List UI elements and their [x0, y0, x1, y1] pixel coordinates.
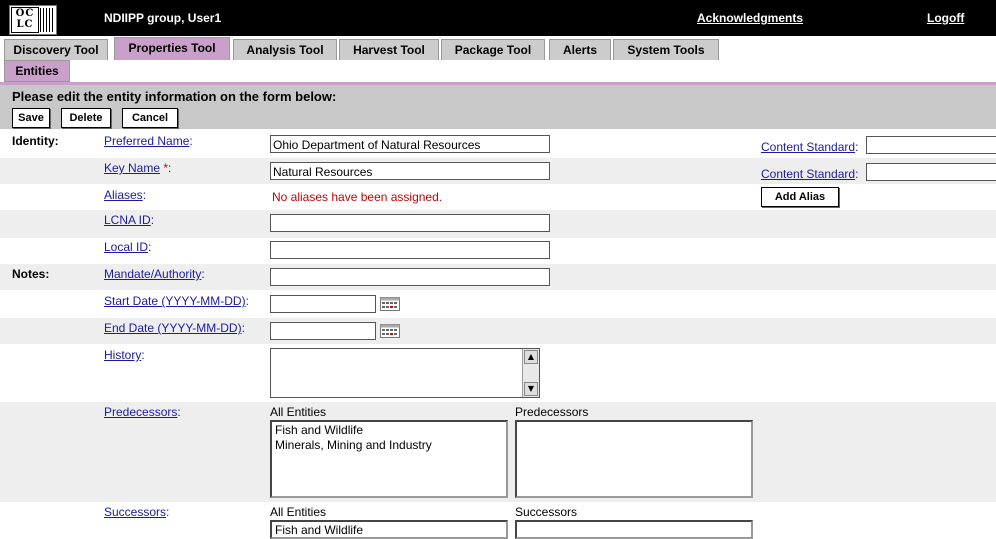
- end-date-input[interactable]: [270, 322, 376, 340]
- acknowledgments-link[interactable]: Acknowledgments: [697, 11, 803, 25]
- tab-harvest-tool[interactable]: Harvest Tool: [339, 39, 439, 60]
- aliases-label: Aliases:: [104, 188, 147, 202]
- form-instruction: Please edit the entity information on th…: [12, 89, 337, 104]
- successors-list-label: Successors: [515, 505, 578, 519]
- start-date-input[interactable]: [270, 295, 376, 313]
- row-aliases: [0, 184, 996, 210]
- all-entities-list[interactable]: Fish and Wildlife Minerals, Mining and I…: [270, 420, 508, 498]
- tool-tabs: Discovery Tool Properties Tool Analysis …: [0, 36, 996, 60]
- history-scrollbar[interactable]: ▲ ▼: [522, 349, 539, 397]
- key-name-label: Key Name *:: [104, 161, 172, 175]
- local-id-label: Local ID:: [104, 240, 152, 254]
- preferred-name-link[interactable]: Preferred Name: [104, 134, 189, 148]
- tab-package-tool[interactable]: Package Tool: [441, 39, 545, 60]
- key-name-link[interactable]: Key Name: [104, 161, 160, 175]
- delete-button[interactable]: Delete: [61, 108, 111, 128]
- content-standard-link-2[interactable]: Content Standard: [761, 167, 855, 181]
- logoff-link[interactable]: Logoff: [927, 11, 964, 25]
- local-id-input[interactable]: [270, 241, 550, 259]
- list-item[interactable]: Minerals, Mining and Industry: [275, 438, 503, 453]
- list-item[interactable]: Fish and Wildlife: [275, 523, 503, 538]
- preferred-name-input[interactable]: Ohio Department of Natural Resources: [270, 135, 550, 153]
- end-date-link[interactable]: End Date (YYYY-MM-DD): [104, 321, 242, 335]
- preferred-name-label: Preferred Name:: [104, 134, 193, 148]
- history-link[interactable]: History: [104, 348, 141, 362]
- start-date-link[interactable]: Start Date (YYYY-MM-DD): [104, 294, 246, 308]
- tab-analysis-tool[interactable]: Analysis Tool: [233, 39, 337, 60]
- identity-heading: Identity:: [12, 134, 59, 148]
- history-label: History:: [104, 348, 145, 362]
- list-item[interactable]: Fish and Wildlife: [275, 423, 503, 438]
- notes-heading: Notes:: [12, 267, 50, 281]
- lcna-id-link[interactable]: LCNA ID: [104, 213, 151, 227]
- aliases-link[interactable]: Aliases: [104, 188, 143, 202]
- scroll-down-icon[interactable]: ▼: [524, 382, 538, 396]
- calendar-icon[interactable]: [380, 297, 400, 311]
- successors-list[interactable]: [515, 520, 753, 539]
- calendar-icon[interactable]: [380, 324, 400, 338]
- content-standard-link-1[interactable]: Content Standard: [761, 140, 855, 154]
- form-header: Please edit the entity information on th…: [0, 85, 996, 129]
- all-entities-list-2[interactable]: Fish and Wildlife: [270, 520, 508, 539]
- top-bar: OC LC NDIIPP group, User1 Acknowledgment…: [0, 0, 996, 36]
- content-standard-input-2[interactable]: [866, 163, 996, 181]
- tab-properties-tool[interactable]: Properties Tool: [114, 37, 230, 60]
- successors-link[interactable]: Successors: [104, 505, 166, 519]
- predecessors-label: Predecessors:: [104, 405, 181, 419]
- predecessors-list-label: Predecessors: [515, 405, 589, 419]
- cancel-button[interactable]: Cancel: [122, 108, 178, 128]
- all-entities-label-2: All Entities: [270, 505, 327, 519]
- sub-tabs: Entities: [0, 60, 996, 82]
- lcna-id-label: LCNA ID:: [104, 213, 155, 227]
- content-standard-label-2: Content Standard:: [761, 167, 859, 181]
- end-date-label: End Date (YYYY-MM-DD):: [104, 321, 245, 335]
- add-alias-button[interactable]: Add Alias: [761, 187, 839, 207]
- content-standard-label-1: Content Standard:: [761, 140, 859, 154]
- key-name-input[interactable]: Natural Resources: [270, 162, 550, 180]
- successors-label: Successors:: [104, 505, 170, 519]
- mandate-link[interactable]: Mandate/Authority: [104, 267, 201, 281]
- mandate-label: Mandate/Authority:: [104, 267, 205, 281]
- oclc-logo: OC LC: [9, 5, 57, 35]
- scroll-up-icon[interactable]: ▲: [524, 350, 538, 364]
- predecessors-link[interactable]: Predecessors: [104, 405, 177, 419]
- lcna-id-input[interactable]: [270, 214, 550, 232]
- logo-text: OC LC: [11, 7, 39, 33]
- group-user: NDIIPP group, User1: [104, 11, 222, 25]
- predecessors-list[interactable]: [515, 420, 753, 498]
- tab-discovery-tool[interactable]: Discovery Tool: [4, 39, 108, 60]
- required-mark: *: [163, 161, 169, 175]
- tab-alerts[interactable]: Alerts: [549, 39, 611, 60]
- all-entities-label: All Entities: [270, 405, 327, 419]
- logo-bars: [40, 8, 54, 32]
- mandate-input[interactable]: [270, 268, 550, 286]
- no-aliases-message: No aliases have been assigned.: [272, 190, 443, 204]
- save-button[interactable]: Save: [12, 108, 50, 128]
- tab-entities[interactable]: Entities: [4, 60, 70, 82]
- content-standard-input-1[interactable]: [866, 136, 996, 154]
- local-id-link[interactable]: Local ID: [104, 240, 148, 254]
- tab-system-tools[interactable]: System Tools: [613, 39, 719, 60]
- start-date-label: Start Date (YYYY-MM-DD):: [104, 294, 249, 308]
- history-textarea[interactable]: ▲ ▼: [270, 348, 540, 398]
